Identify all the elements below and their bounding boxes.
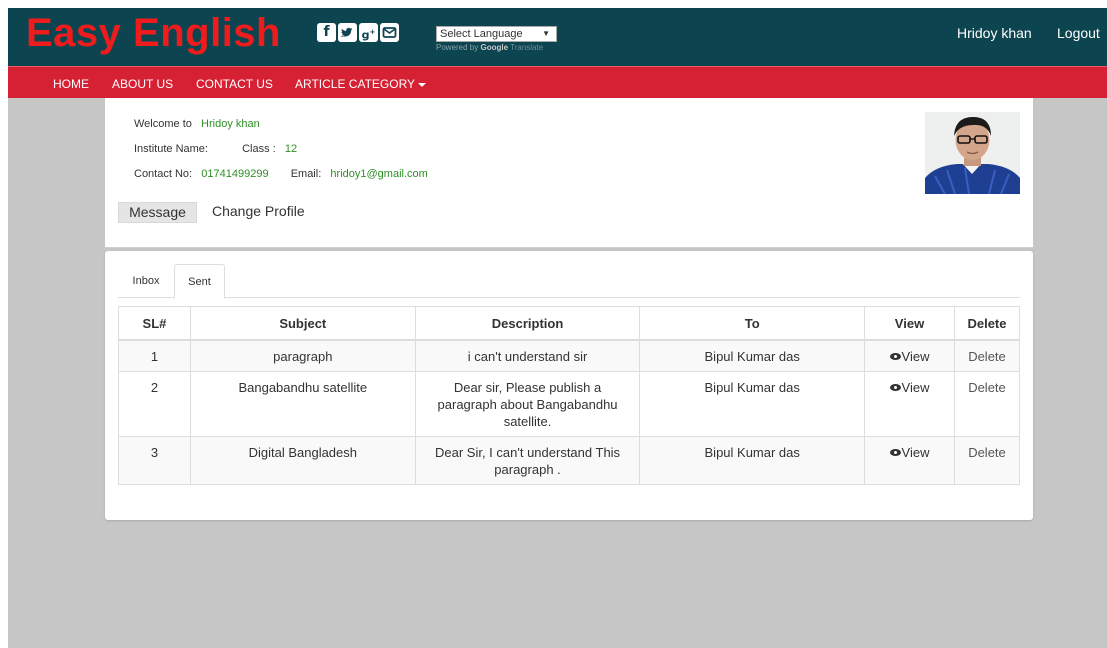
twitter-icon[interactable] (338, 23, 357, 42)
site-logo[interactable]: Easy English (26, 9, 281, 57)
row-sl: 1 (118, 339, 191, 372)
top-header: Easy English f g+ Select Language ▼ Powe… (8, 8, 1107, 66)
view-link[interactable]: View (889, 380, 929, 395)
email-icon[interactable] (380, 23, 399, 42)
row-delete-cell: Delete (953, 370, 1021, 437)
row-subject: Digital Bangladesh (189, 435, 416, 485)
table-row: 2 Bangabandhu satellite Dear sir, Please… (118, 370, 1021, 437)
google-translate-widget: Select Language ▼ Powered by Google Tran… (436, 26, 557, 52)
change-profile-link[interactable]: Change Profile (212, 203, 305, 219)
delete-link[interactable]: Delete (968, 349, 1006, 364)
row-recipient: Bipul Kumar das (639, 435, 866, 485)
view-link[interactable]: View (889, 349, 929, 364)
social-links: f g+ (317, 23, 399, 42)
profile-photo (925, 112, 1020, 194)
row-sl: 2 (118, 370, 191, 437)
main-nav: HOME ABOUT US CONTACT US ARTICLE CATEGOR… (8, 66, 1107, 98)
user-name-link[interactable]: Hridoy khan (957, 25, 1032, 41)
row-view-cell: View (864, 339, 955, 372)
message-button[interactable]: Message (118, 202, 197, 223)
row-recipient: Bipul Kumar das (639, 370, 866, 437)
class-value: 12 (284, 143, 298, 155)
delete-link[interactable]: Delete (968, 380, 1006, 395)
row-sl: 3 (118, 435, 191, 485)
nav-about-us[interactable]: ABOUT US (112, 77, 173, 91)
message-tabs: Inbox Sent (118, 264, 1020, 299)
column-header-description: Description (414, 306, 641, 340)
column-header-subject: Subject (189, 306, 416, 340)
welcome-name: Hridoy khan (201, 118, 260, 130)
facebook-icon[interactable]: f (317, 23, 336, 42)
logout-link[interactable]: Logout (1057, 25, 1100, 41)
caret-down-icon (418, 82, 427, 87)
google-plus-icon[interactable]: g+ (359, 23, 378, 42)
profile-card: Welcome to Hridoy khan Institute Name: C… (105, 98, 1033, 248)
column-header-delete: Delete (953, 306, 1021, 340)
institute-line: Institute Name: Class : 12 (134, 143, 298, 155)
nav-home[interactable]: HOME (53, 77, 89, 91)
row-delete-cell: Delete (953, 435, 1021, 485)
view-link[interactable]: View (889, 445, 929, 460)
delete-link[interactable]: Delete (968, 445, 1006, 460)
row-subject: Bangabandhu satellite (189, 370, 416, 437)
nav-contact-us[interactable]: CONTACT US (196, 77, 273, 91)
page-frame: Easy English f g+ Select Language ▼ Powe… (8, 8, 1107, 648)
column-header-view: View (864, 306, 955, 340)
welcome-line: Welcome to Hridoy khan (134, 118, 260, 130)
language-select[interactable]: Select Language ▼ (436, 26, 557, 42)
contact-line: Contact No: 01741499299 Email: hridoy1@g… (134, 168, 428, 180)
eye-icon (889, 352, 901, 360)
table-row: 1 paragraph i can't understand sir Bipul… (118, 339, 1021, 372)
row-view-cell: View (864, 435, 955, 485)
row-subject: paragraph (189, 339, 416, 372)
row-description: Dear Sir, I can't understand This paragr… (414, 435, 641, 485)
row-description: i can't understand sir (414, 339, 641, 372)
tab-inbox[interactable]: Inbox (118, 264, 174, 299)
row-delete-cell: Delete (953, 339, 1021, 372)
contact-number: 01741499299 (201, 168, 269, 180)
messages-panel: Inbox Sent SL# Subject Description To Vi… (105, 251, 1033, 520)
eye-icon (889, 383, 901, 391)
row-description: Dear sir, Please publish a paragraph abo… (414, 370, 641, 437)
row-recipient: Bipul Kumar das (639, 339, 866, 372)
chevron-down-icon: ▼ (542, 29, 550, 38)
table-header-row: SL# Subject Description To View Delete (118, 306, 1021, 340)
sent-messages-table: SL# Subject Description To View Delete 1… (118, 306, 1021, 485)
table-row: 3 Digital Bangladesh Dear Sir, I can't u… (118, 435, 1021, 485)
row-view-cell: View (864, 370, 955, 437)
eye-icon (889, 448, 901, 456)
email-value: hridoy1@gmail.com (330, 168, 428, 180)
column-header-to: To (639, 306, 866, 340)
powered-by-text: Powered by Google Translate (436, 43, 544, 52)
translate-link[interactable]: Translate (510, 43, 543, 52)
nav-article-category[interactable]: ARTICLE CATEGORY (295, 77, 427, 91)
column-header-sl: SL# (118, 306, 191, 340)
tab-sent[interactable]: Sent (174, 264, 225, 299)
